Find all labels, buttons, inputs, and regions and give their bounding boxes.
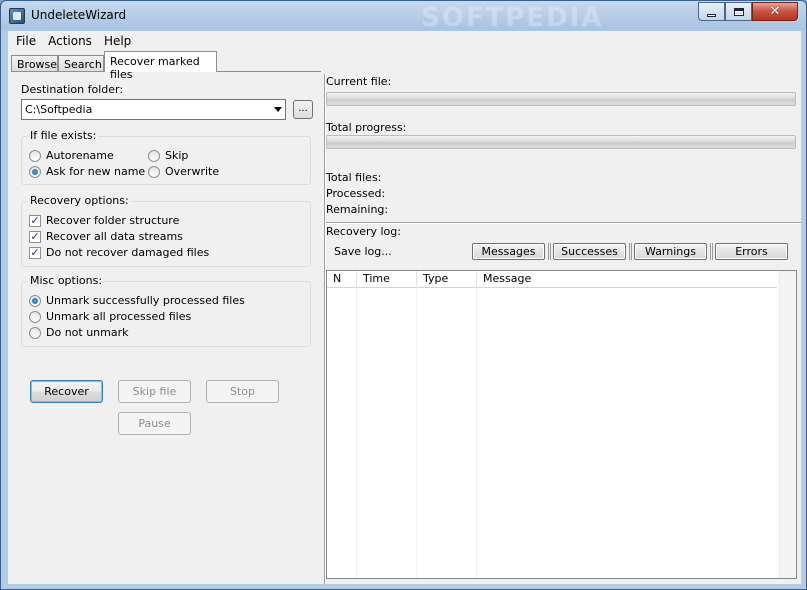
radio-icon	[29, 326, 41, 339]
checkbox-recover-folder-structure[interactable]: ✓ Recover folder structure	[29, 214, 179, 227]
checkbox-recover-all-data-streams[interactable]: ✓ Recover all data streams	[29, 230, 183, 243]
destination-label: Destination folder:	[21, 83, 124, 96]
log-list-header: N Time Type Message	[327, 271, 777, 288]
watermark: SOFTPEDIA	[421, 3, 604, 33]
checkmark-icon: ✓	[29, 229, 41, 243]
recover-button[interactable]: Recover	[30, 380, 103, 403]
skip-file-button[interactable]: Skip file	[118, 380, 191, 403]
close-icon: ✕	[769, 4, 781, 19]
checkmark-icon: ✓	[29, 213, 41, 227]
filter-warnings-button[interactable]: Warnings	[634, 243, 707, 260]
radio-selected-icon	[29, 294, 41, 307]
processed-label: Processed:	[326, 187, 386, 200]
minimize-icon	[707, 13, 716, 17]
radio-skip[interactable]: Skip	[148, 149, 188, 162]
checkbox-do-not-recover-damaged[interactable]: ✓ Do not recover damaged files	[29, 246, 209, 259]
radio-label: Overwrite	[165, 165, 220, 178]
misc-options-group: Misc options: Unmark successfully proces…	[21, 274, 311, 347]
menu-actions[interactable]: Actions	[42, 34, 98, 48]
total-progress-bar	[326, 135, 796, 149]
maximize-icon	[733, 7, 744, 16]
column-header-message[interactable]: Message	[477, 271, 777, 288]
radio-icon	[148, 165, 160, 178]
radio-label: Skip	[165, 149, 189, 162]
tab-browse[interactable]: Browse	[11, 55, 58, 72]
radio-label: Ask for new name	[46, 165, 146, 178]
browse-folder-button[interactable]: ...	[293, 100, 313, 119]
column-divider	[356, 288, 357, 578]
radio-icon	[148, 149, 160, 162]
client-area: Browse Search Recover marked files Desti…	[8, 50, 801, 584]
radio-selected-icon	[29, 165, 41, 178]
remaining-label: Remaining:	[326, 203, 389, 216]
misc-options-title: Misc options:	[28, 274, 105, 287]
current-file-progress-bar	[326, 92, 796, 106]
radio-unmark-all-processed[interactable]: Unmark all processed files	[29, 310, 191, 323]
if-file-exists-group: If file exists: Autorename Skip Ask for …	[21, 129, 311, 185]
radio-label: Unmark all processed files	[46, 310, 192, 323]
filter-divider	[548, 243, 551, 260]
log-separator	[326, 222, 801, 224]
menu-bar: File Actions Help	[8, 31, 801, 50]
minimize-button[interactable]	[698, 2, 725, 21]
current-file-label: Current file:	[326, 75, 392, 88]
maximize-button[interactable]	[725, 2, 752, 21]
recovery-log-list[interactable]: N Time Type Message	[326, 270, 797, 579]
recovery-options-group: Recovery options: ✓ Recover folder struct…	[21, 194, 311, 267]
total-files-label: Total files:	[326, 171, 382, 184]
radio-unmark-successfully-processed[interactable]: Unmark successfully processed files	[29, 294, 245, 307]
menu-file[interactable]: File	[10, 34, 42, 48]
radio-label: Autorename	[46, 149, 114, 162]
radio-do-not-unmark[interactable]: Do not unmark	[29, 326, 129, 339]
app-icon[interactable]	[9, 8, 25, 24]
dropdown-arrow-icon[interactable]	[274, 107, 282, 112]
log-list-scrollbar[interactable]	[779, 271, 796, 578]
destination-value: C:\Softpedia	[25, 103, 93, 116]
filter-successes-button[interactable]: Successes	[553, 243, 626, 260]
column-header-type[interactable]: Type	[417, 271, 477, 288]
recover-tab-panel: Destination folder: C:\Softpedia ... If …	[11, 71, 321, 580]
if-file-exists-title: If file exists:	[28, 129, 99, 142]
radio-autorename[interactable]: Autorename	[29, 149, 114, 162]
filter-messages-button[interactable]: Messages	[472, 243, 545, 260]
destination-combo[interactable]: C:\Softpedia	[21, 99, 286, 120]
filter-divider	[710, 243, 713, 260]
radio-label: Do not unmark	[46, 326, 129, 339]
column-header-n[interactable]: N	[327, 271, 357, 288]
recovery-log-label: Recovery log:	[326, 225, 401, 238]
radio-ask-for-new-name[interactable]: Ask for new name	[29, 165, 145, 178]
checkbox-label: Recover folder structure	[46, 214, 180, 227]
window-title: UndeleteWizard	[31, 8, 127, 22]
main-window: UndeleteWizard SOFTPEDIA ✕ File Actions …	[0, 0, 807, 590]
column-header-time[interactable]: Time	[357, 271, 417, 288]
tab-search[interactable]: Search	[58, 55, 104, 72]
checkmark-icon: ✓	[29, 245, 41, 259]
total-progress-label: Total progress:	[326, 121, 407, 134]
pause-button[interactable]: Pause	[118, 412, 191, 435]
filter-divider	[629, 243, 632, 260]
title-bar[interactable]: UndeleteWizard SOFTPEDIA ✕	[1, 1, 806, 33]
tab-recover-marked-files[interactable]: Recover marked files	[104, 51, 217, 81]
checkbox-label: Recover all data streams	[46, 230, 183, 243]
radio-icon	[29, 149, 41, 162]
stop-button[interactable]: Stop	[206, 380, 279, 403]
radio-overwrite[interactable]: Overwrite	[148, 165, 219, 178]
save-log-link[interactable]: Save log...	[334, 245, 392, 258]
radio-label: Unmark successfully processed files	[46, 294, 245, 307]
filter-errors-button[interactable]: Errors	[715, 243, 788, 260]
checkbox-label: Do not recover damaged files	[46, 246, 210, 259]
column-divider	[416, 288, 417, 578]
radio-icon	[29, 310, 41, 323]
menu-help[interactable]: Help	[98, 34, 137, 48]
close-button[interactable]: ✕	[752, 2, 798, 21]
recovery-options-title: Recovery options:	[28, 194, 131, 207]
column-divider	[476, 288, 477, 578]
